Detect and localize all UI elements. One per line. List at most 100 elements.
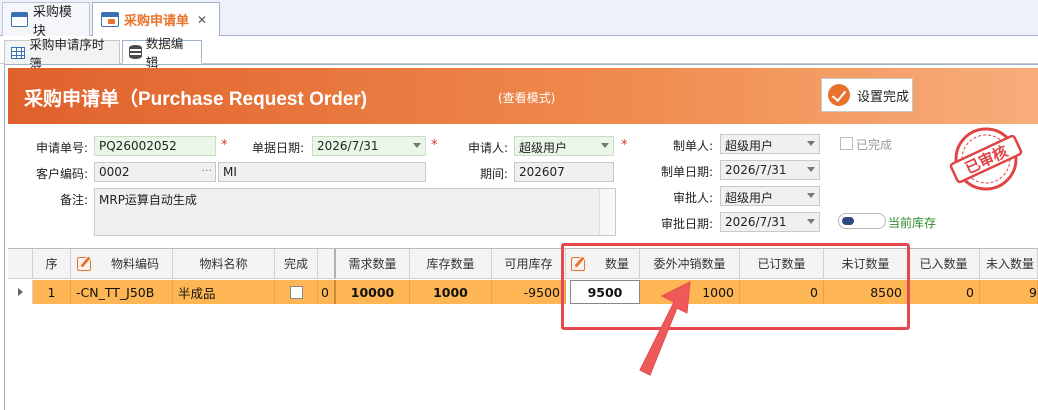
cell-ordered-qty[interactable]: 0 <box>740 280 824 304</box>
dropdown-arrow-icon <box>807 219 815 224</box>
ellipsis-icon[interactable]: ··· <box>202 164 213 177</box>
row-indicator[interactable] <box>8 280 33 304</box>
current-stock-label: 当前库存 <box>888 216 937 230</box>
period-label: 期间: <box>479 167 508 181</box>
edit-icon <box>77 256 91 271</box>
done-checkbox[interactable] <box>289 285 303 299</box>
column-header-material-code[interactable]: 物料编码 <box>71 249 173 279</box>
detail-grid: 序 物料编码 物料名称 完成 需求数量 库存数量 可用库存 数量 委外冲销数量 … <box>8 248 1038 410</box>
column-header[interactable]: 库存数量 <box>410 249 492 279</box>
required-marker: * <box>221 138 228 153</box>
maker-label: 制单人: <box>672 139 713 153</box>
dropdown-arrow-icon <box>807 167 815 172</box>
dropdown-arrow-icon <box>807 193 815 198</box>
database-icon <box>129 44 142 59</box>
completed-label: 已完成 <box>856 138 893 152</box>
cell-qty[interactable]: 9500 <box>570 280 640 304</box>
customer-name-field: MI <box>218 162 426 182</box>
page-header: 采购申请单（Purchase Request Order) (查看模式) 设置完… <box>8 68 1038 124</box>
column-header-qty[interactable]: 数量 <box>566 249 640 279</box>
dropdown-arrow-icon <box>413 143 421 148</box>
cell-separator: 0 <box>318 280 336 304</box>
tab-purchase-module[interactable]: 采购模块 <box>2 2 90 39</box>
cell-done-checkbox[interactable] <box>275 280 318 304</box>
column-header[interactable]: 完成 <box>275 249 318 279</box>
approve-date-value: 2026/7/31 <box>725 215 787 229</box>
make-date-field: 2026/7/31 <box>720 160 820 180</box>
column-header[interactable]: 委外冲销数量 <box>640 249 740 279</box>
row-indicator-header <box>8 249 33 279</box>
completed-checkbox[interactable] <box>840 137 853 150</box>
cell-available-stock[interactable]: -9500 <box>492 280 566 304</box>
customer-code-value: 0002 <box>99 165 130 179</box>
customer-code-field[interactable]: 0002 ··· <box>94 162 216 182</box>
column-header[interactable]: 已入数量 <box>908 249 980 279</box>
cell-unreceived-qty[interactable]: 9 <box>980 280 1038 304</box>
tab-request-journal[interactable]: 采购申请序时簿 <box>4 37 120 71</box>
remark-field[interactable]: MRP运算自动生成 <box>94 188 616 236</box>
tab-label: 采购申请单 <box>124 14 190 29</box>
view-mode-label: (查看模式) <box>498 91 556 105</box>
column-header[interactable]: 未入数量 <box>980 249 1038 279</box>
set-complete-button[interactable]: 设置完成 <box>821 78 913 112</box>
column-header-label: 数量 <box>605 257 630 271</box>
bill-date-label: 单据日期: <box>251 141 304 155</box>
check-icon <box>828 84 850 106</box>
column-header-label: 物料编码 <box>111 257 160 271</box>
cell-unordered-qty[interactable]: 8500 <box>824 280 908 304</box>
document-tab-bar: 采购模块 采购申请单 ✕ <box>0 0 1038 39</box>
cell-seq[interactable]: 1 <box>33 280 71 304</box>
order-form: 申请单号: PQ26002052 * 单据日期: 2026/7/31 * 申请人… <box>8 124 1038 244</box>
remark-label: 备注: <box>59 193 88 207</box>
set-complete-label: 设置完成 <box>857 89 910 105</box>
required-marker: * <box>431 138 438 153</box>
dropdown-arrow-icon <box>601 143 609 148</box>
cell-outsource-offset-qty[interactable]: 1000 <box>640 280 740 304</box>
grid-icon <box>11 46 26 59</box>
page-title: 采购申请单（Purchase Request Order) <box>24 89 368 110</box>
approver-field: 超级用户 <box>720 186 820 206</box>
column-header[interactable]: 物料名称 <box>173 249 275 279</box>
column-header[interactable]: 未订数量 <box>824 249 908 279</box>
maker-field: 超级用户 <box>720 134 820 154</box>
tab-data-edit[interactable]: 数据编辑 <box>122 36 202 70</box>
column-header[interactable]: 可用库存 <box>492 249 566 279</box>
period-field: 202607 <box>514 162 614 182</box>
applicant-label: 申请人: <box>467 141 508 155</box>
dropdown-arrow-icon <box>807 141 815 146</box>
approver-value: 超级用户 <box>725 191 774 205</box>
approver-label: 审批人: <box>672 191 713 205</box>
make-date-label: 制单日期: <box>660 165 713 179</box>
remark-value: MRP运算自动生成 <box>99 193 197 207</box>
required-marker: * <box>621 138 628 153</box>
cell-material-name[interactable]: 半成品 <box>173 280 275 304</box>
row-pointer-icon <box>17 288 23 296</box>
applicant-value: 超级用户 <box>519 141 568 155</box>
remark-scrollbar[interactable] <box>599 189 615 235</box>
cell-material-code[interactable]: -CN_TT_J50B <box>71 280 173 304</box>
current-stock-toggle[interactable] <box>838 213 886 229</box>
window-icon <box>11 12 28 27</box>
approve-date-field: 2026/7/31 <box>720 212 820 232</box>
approve-date-label: 审批日期: <box>660 217 713 231</box>
cell-received-qty[interactable]: 0 <box>908 280 980 304</box>
cell-demand-qty[interactable]: 10000 <box>336 280 410 304</box>
approved-stamp-icon: 已审核 <box>949 127 1023 191</box>
edit-icon <box>571 256 585 271</box>
column-header[interactable]: 需求数量 <box>336 249 410 279</box>
close-icon[interactable]: ✕ <box>197 13 207 27</box>
customer-code-label: 客户编码: <box>35 167 88 181</box>
column-header[interactable]: 序 <box>33 249 71 279</box>
order-no-label: 申请单号: <box>35 141 88 155</box>
sub-tab-bar: 采购申请序时簿 数据编辑 <box>0 36 1038 71</box>
order-no-field[interactable]: PQ26002052 <box>94 136 216 156</box>
bill-date-value: 2026/7/31 <box>317 139 379 153</box>
column-header[interactable]: 已订数量 <box>740 249 824 279</box>
bill-date-field[interactable]: 2026/7/31 <box>312 136 426 156</box>
make-date-value: 2026/7/31 <box>725 163 787 177</box>
cell-stock-qty[interactable]: 1000 <box>410 280 492 304</box>
maker-value: 超级用户 <box>725 139 774 153</box>
column-header-divider <box>318 249 336 279</box>
applicant-field[interactable]: 超级用户 <box>514 136 614 156</box>
window-icon <box>101 12 119 27</box>
